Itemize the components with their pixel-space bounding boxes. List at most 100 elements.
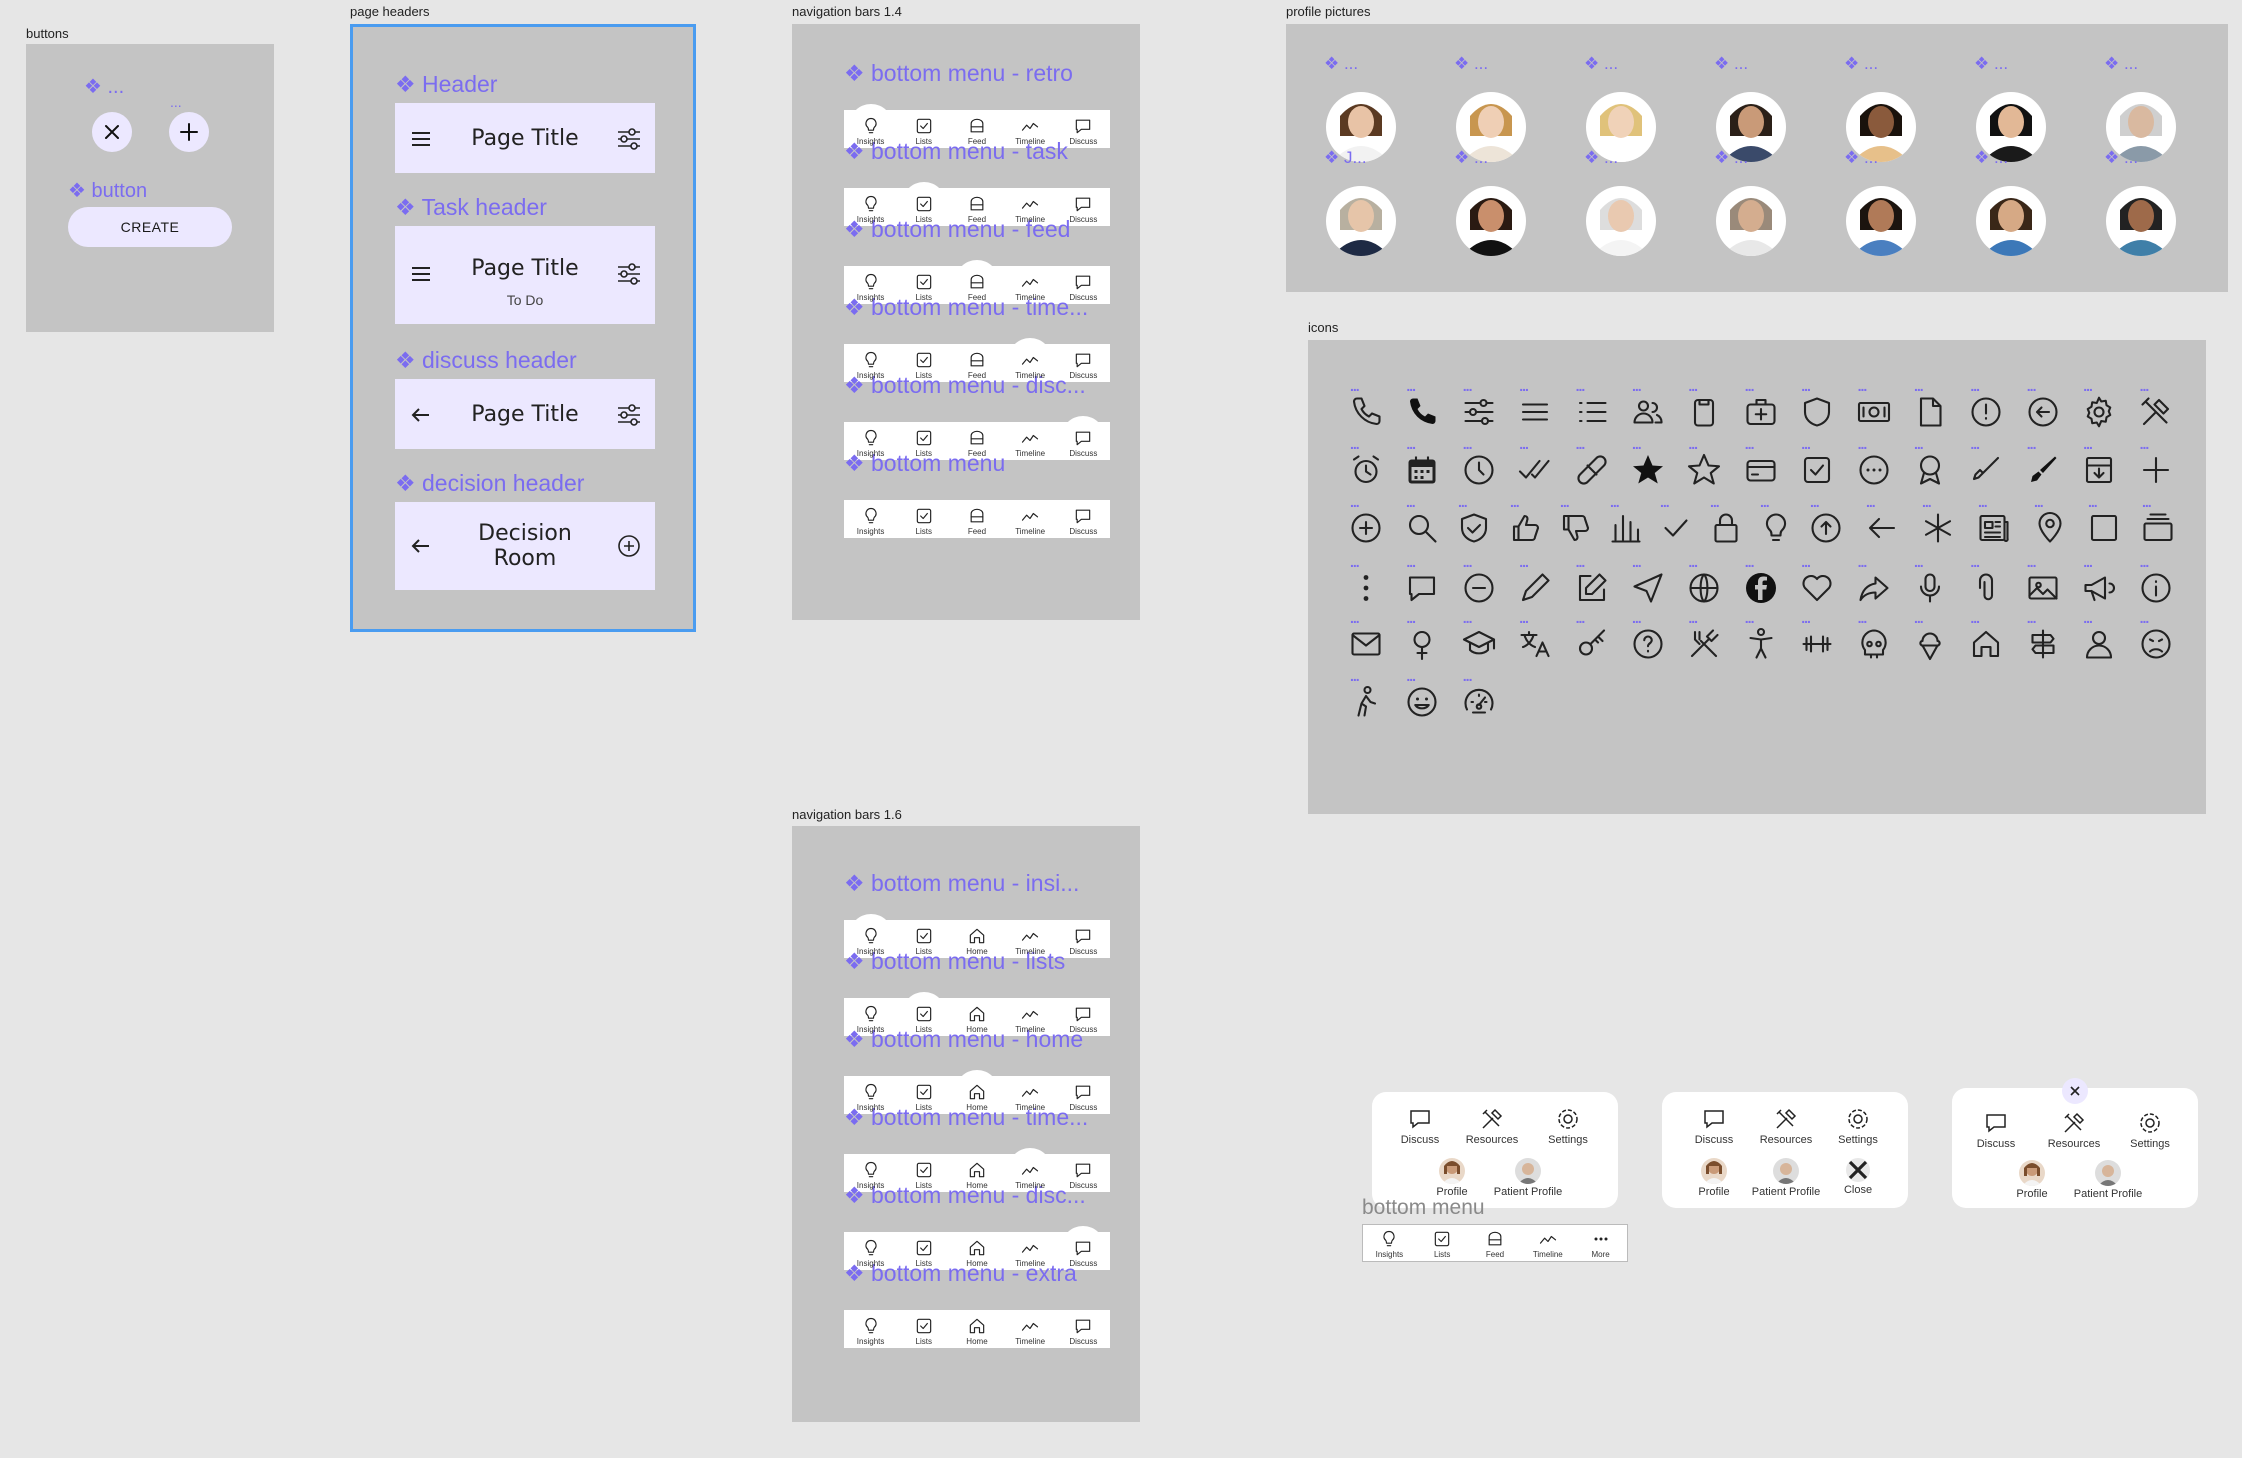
chat-icon[interactable] (1404, 570, 1440, 606)
thumbs-up-icon[interactable] (1508, 510, 1544, 546)
nav-item-lists[interactable]: Lists (1416, 1229, 1468, 1259)
megaphone-icon[interactable] (2081, 570, 2117, 606)
arrow-left-icon[interactable] (407, 401, 435, 429)
plus-circle-icon[interactable] (615, 532, 643, 560)
nav-item-timeline[interactable]: Timeline (1522, 1229, 1574, 1259)
brush-filled-icon[interactable] (2025, 452, 2061, 488)
edit-icon[interactable] (1574, 570, 1610, 606)
nav-item-timeline[interactable]: Timeline (1004, 506, 1056, 536)
nav-item-discuss[interactable]: Discuss (1057, 506, 1109, 536)
more-vertical-icon[interactable] (1348, 570, 1384, 606)
key-icon[interactable] (1574, 626, 1610, 662)
medkit-icon[interactable] (1743, 394, 1779, 430)
skull-icon[interactable] (1856, 626, 1892, 662)
star-outline-icon[interactable] (1686, 452, 1722, 488)
lightbulb-icon[interactable] (1758, 510, 1794, 546)
archive-icon[interactable] (2081, 452, 2117, 488)
clock-icon[interactable] (1461, 452, 1497, 488)
nav-item-timeline[interactable]: Timeline (1004, 428, 1056, 458)
profile-menu-item[interactable]: Profile (1992, 1160, 2072, 1200)
bar-chart-icon[interactable] (1608, 510, 1644, 546)
tools-icon[interactable] (2138, 394, 2174, 430)
patient-profile-menu-item[interactable]: Patient Profile (1488, 1158, 1568, 1198)
profile-avatar[interactable] (1456, 186, 1526, 256)
star-filled-icon[interactable] (1630, 452, 1666, 488)
close-menu-item[interactable]: Close (1818, 1158, 1898, 1196)
profile-avatar[interactable] (1326, 186, 1396, 256)
dumbbell-icon[interactable] (1799, 626, 1835, 662)
nav-item-feed[interactable]: Feed (1469, 1229, 1521, 1259)
nav-item-home[interactable]: Home (951, 1316, 1003, 1346)
menu-icon[interactable] (407, 260, 435, 288)
share-icon[interactable] (1856, 570, 1892, 606)
menu-icon[interactable] (1517, 394, 1553, 430)
settings-menu-item[interactable]: Settings (1528, 1106, 1608, 1146)
ice-cream-icon[interactable] (1912, 626, 1948, 662)
create-button[interactable]: CREATE (68, 207, 232, 247)
discuss-menu-item[interactable]: Discuss (1380, 1106, 1460, 1146)
thumbs-down-icon[interactable] (1558, 510, 1594, 546)
nav-item-feed[interactable]: Feed (951, 506, 1003, 536)
shield-check-icon[interactable] (1456, 510, 1492, 546)
pencil-icon[interactable] (1517, 570, 1553, 606)
accessibility-icon[interactable] (1743, 626, 1779, 662)
paperclip-icon[interactable] (1968, 570, 2004, 606)
discuss-menu-item[interactable]: Discuss (1674, 1106, 1754, 1146)
money-icon[interactable] (1856, 394, 1892, 430)
phone-filled-icon[interactable] (1404, 394, 1440, 430)
card-icon[interactable] (1743, 452, 1779, 488)
home-icon[interactable] (1968, 626, 2004, 662)
profile-avatar[interactable] (1976, 186, 2046, 256)
profile-avatar[interactable] (1846, 186, 1916, 256)
profile-menu-item[interactable]: Profile (1674, 1158, 1754, 1198)
calendar-icon[interactable] (1404, 452, 1440, 488)
sliders-icon[interactable] (615, 401, 643, 429)
nav-item-lists[interactable]: Lists (898, 1316, 950, 1346)
sad-face-icon[interactable] (2138, 626, 2174, 662)
more-circle-icon[interactable] (1856, 452, 1892, 488)
brush-outline-icon[interactable] (1968, 452, 2004, 488)
bandage-icon[interactable] (1574, 452, 1610, 488)
lock-icon[interactable] (1708, 510, 1744, 546)
shield-icon[interactable] (1799, 394, 1835, 430)
profile-avatar[interactable] (1716, 186, 1786, 256)
facebook-icon[interactable] (1743, 570, 1779, 606)
signpost-icon[interactable] (2025, 626, 2061, 662)
arrow-left-circle-icon[interactable] (2025, 394, 2061, 430)
minus-circle-icon[interactable] (1461, 570, 1497, 606)
happy-face-icon[interactable] (1404, 684, 1440, 720)
profile-avatar[interactable] (1586, 186, 1656, 256)
patient-profile-menu-item[interactable]: Patient Profile (2068, 1160, 2148, 1200)
close-button[interactable] (2062, 1078, 2088, 1104)
arrow-left-icon[interactable] (407, 532, 435, 560)
resources-menu-item[interactable]: Resources (1452, 1106, 1532, 1146)
profile-avatar[interactable] (2106, 186, 2176, 256)
double-check-icon[interactable] (1517, 452, 1553, 488)
microphone-icon[interactable] (1912, 570, 1948, 606)
alert-circle-icon[interactable] (1968, 394, 2004, 430)
heart-icon[interactable] (1799, 570, 1835, 606)
menu-icon[interactable] (407, 125, 435, 153)
profile-menu-item[interactable]: Profile (1412, 1158, 1492, 1198)
info-icon[interactable] (2138, 570, 2174, 606)
nav-item-insights[interactable]: Insights (845, 1316, 897, 1346)
file-icon[interactable] (1912, 394, 1948, 430)
sliders-icon[interactable] (615, 125, 643, 153)
add-button[interactable] (169, 112, 209, 152)
phone-outline-icon[interactable] (1348, 394, 1384, 430)
newspaper-icon[interactable] (1976, 510, 2012, 546)
globe-icon[interactable] (1686, 570, 1722, 606)
alarm-icon[interactable] (1348, 452, 1384, 488)
plus-circle-icon[interactable] (1348, 510, 1384, 546)
mail-icon[interactable] (1348, 626, 1384, 662)
gear-icon[interactable] (2081, 394, 2117, 430)
clipboard-icon[interactable] (1686, 394, 1722, 430)
nav-item-lists[interactable]: Lists (898, 506, 950, 536)
image-icon[interactable] (2025, 570, 2061, 606)
plus-icon[interactable] (2138, 452, 2174, 488)
sliders-icon[interactable] (615, 260, 643, 288)
graduation-icon[interactable] (1461, 626, 1497, 662)
arrow-left-icon[interactable] (1864, 510, 1900, 546)
arrow-up-circle-icon[interactable] (1808, 510, 1844, 546)
checkbox-icon[interactable] (1799, 452, 1835, 488)
